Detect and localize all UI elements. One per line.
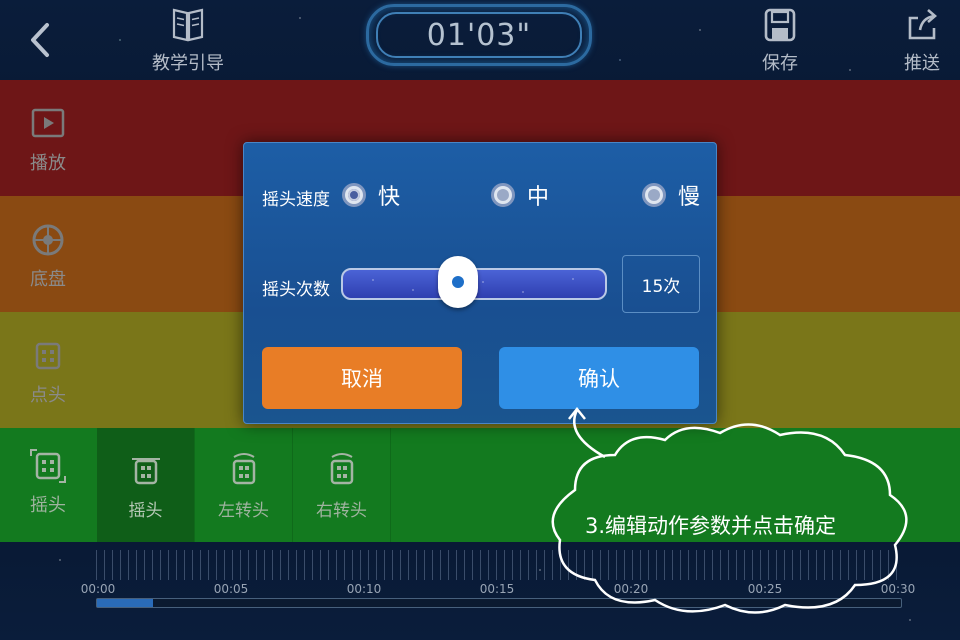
category-play-label: 播放 — [30, 153, 66, 174]
save-button[interactable]: 保存 — [740, 6, 820, 75]
speed-label: 摇头速度 — [262, 190, 330, 210]
tick-label: 00:15 — [479, 582, 515, 596]
confirm-button[interactable]: 确认 — [499, 347, 699, 409]
robot-head-icon — [0, 336, 96, 381]
speed-option-fast[interactable]: 快 — [342, 179, 400, 211]
book-icon — [148, 6, 228, 49]
speed-option-fast-label: 快 — [378, 185, 401, 210]
timer-frame: 01'03" — [366, 4, 592, 66]
share-icon — [882, 6, 960, 49]
action-shake-label: 摇头 — [128, 501, 163, 521]
timer-display: 01'03" — [376, 12, 582, 58]
cancel-button[interactable]: 取消 — [262, 347, 462, 409]
tick-label: 00:10 — [346, 582, 382, 596]
wheel-icon — [0, 220, 96, 265]
speed-option-medium[interactable]: 中 — [491, 179, 549, 211]
timeline-progress — [97, 599, 154, 607]
action-turn-right-label: 右转头 — [316, 501, 367, 521]
save-icon — [740, 6, 820, 49]
action-tile-turn-left[interactable]: 左转头 — [195, 428, 293, 542]
back-button[interactable] — [22, 18, 58, 62]
count-slider-thumb[interactable] — [438, 256, 479, 308]
play-icon — [0, 104, 96, 149]
category-shake[interactable]: 摇头 — [0, 446, 96, 517]
speed-option-medium-label: 中 — [527, 185, 550, 210]
top-bar: 教学引导 01'03" 保存 推送 — [0, 0, 960, 80]
save-label: 保存 — [762, 53, 798, 74]
chevron-left-icon — [31, 23, 49, 57]
robot-head-icon — [224, 449, 264, 496]
robot-head-icon — [322, 449, 362, 496]
count-value: 15次 — [622, 255, 700, 313]
radio-unchecked-icon — [491, 183, 515, 207]
robot-head-icon — [126, 449, 166, 496]
category-chassis-label: 底盘 — [30, 269, 66, 290]
tick-label: 00:05 — [213, 582, 249, 596]
tutorial-label: 教学引导 — [152, 53, 224, 74]
category-play[interactable]: 播放 — [0, 104, 96, 175]
category-nod-label: 点头 — [30, 385, 66, 406]
push-label: 推送 — [904, 53, 940, 74]
action-turn-left-label: 左转头 — [218, 501, 269, 521]
robot-head-icon — [0, 446, 96, 491]
radio-unchecked-icon — [642, 183, 666, 207]
tick-label: 00:00 — [80, 582, 116, 596]
action-params-dialog: 摇头速度 快 中 慢 摇头次数 15次 取消 确认 — [243, 142, 717, 424]
category-nod[interactable]: 点头 — [0, 336, 96, 407]
speed-option-slow[interactable]: 慢 — [642, 179, 700, 211]
push-button[interactable]: 推送 — [882, 6, 960, 75]
category-shake-label: 摇头 — [30, 495, 66, 516]
action-tile-turn-right[interactable]: 右转头 — [293, 428, 391, 542]
tutorial-button[interactable]: 教学引导 — [148, 6, 228, 75]
action-tile-shake[interactable]: 摇头 — [97, 428, 195, 542]
category-chassis[interactable]: 底盘 — [0, 220, 96, 291]
radio-checked-icon — [342, 183, 366, 207]
hint-text: 3.编辑动作参数并点击确定 — [585, 514, 837, 538]
count-label: 摇头次数 — [262, 280, 330, 300]
speed-option-slow-label: 慢 — [678, 185, 701, 210]
